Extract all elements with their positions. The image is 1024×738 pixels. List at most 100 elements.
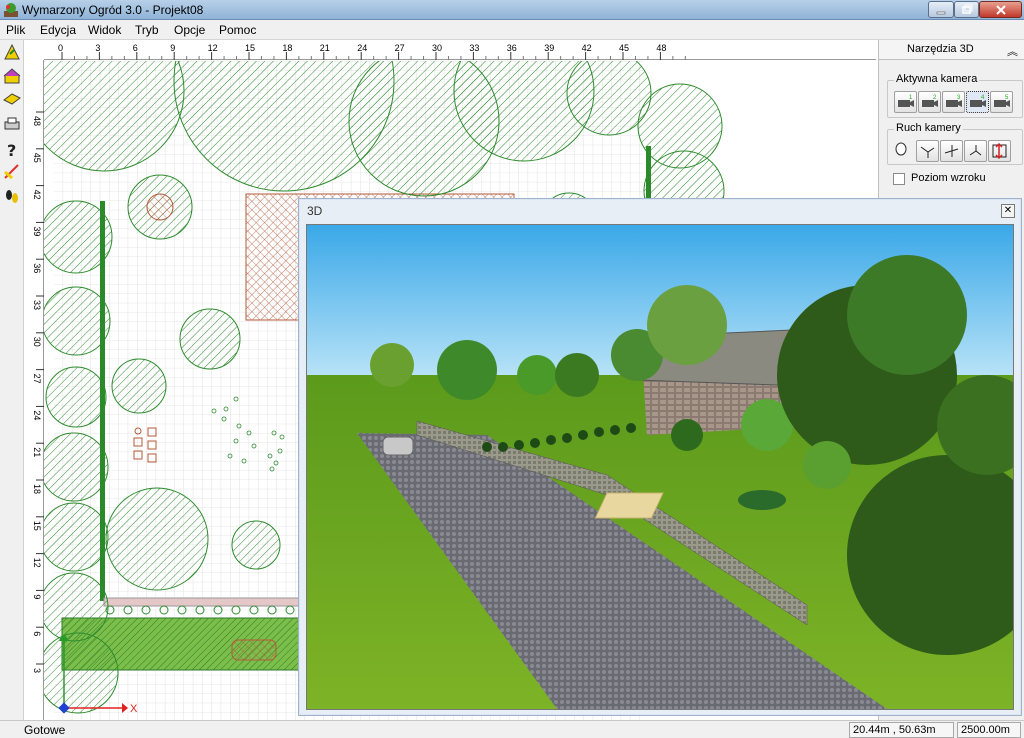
house-tool-icon[interactable]	[2, 66, 22, 86]
camera-icon: 2	[922, 95, 938, 107]
path-stone[interactable]	[231, 639, 277, 661]
ruler-label: 15	[245, 43, 255, 53]
ruler-label: 48	[656, 43, 666, 53]
ruler-horizontal: 0 3 6 9 12 15 18 21 24 27 30 33 36 39 42 45 48	[44, 40, 876, 60]
ruler-label: 21	[320, 43, 330, 53]
ruler-label: 12	[208, 43, 218, 53]
panel-title: Narzędzia 3D	[907, 43, 974, 55]
camera-icon: 4	[970, 95, 986, 107]
camera-1-button[interactable]: 1	[894, 91, 917, 113]
camera-3-button[interactable]: 3	[942, 91, 965, 113]
print-icon[interactable]	[2, 114, 22, 134]
ruler-label: 45	[32, 153, 42, 163]
ruler-label: 33	[32, 300, 42, 310]
ruler-label: 24	[357, 43, 367, 53]
tool-bar: ?	[0, 40, 24, 720]
flower-bed-plants	[738, 490, 786, 510]
fountain[interactable]	[146, 193, 174, 221]
view-3d-viewport[interactable]	[306, 224, 1014, 710]
ruler-horizontal-scale: 0 3 6 9 12 15 18 21 24 27 30 33 36 39 42 45 48	[58, 43, 686, 60]
view-3d-close-button[interactable]: ✕	[1001, 204, 1015, 218]
ruler-label: 30	[32, 337, 42, 347]
ruler-label: 39	[32, 226, 42, 236]
pan-camera-button[interactable]	[940, 140, 963, 162]
ruler-label: 48	[32, 116, 42, 126]
hand-icon[interactable]	[892, 140, 910, 158]
minimize-icon	[936, 11, 946, 15]
menu-widok[interactable]: Widok	[88, 23, 121, 37]
collapse-icon[interactable]: ︽	[1007, 43, 1018, 59]
svg-text:3: 3	[957, 95, 961, 101]
view-3d-window[interactable]: 3D ✕	[298, 198, 1022, 716]
ruler-label: 45	[619, 43, 629, 53]
ruler-label: 36	[507, 43, 517, 53]
tilt-icon	[969, 145, 982, 156]
app-logo-icon	[4, 3, 18, 17]
help-icon[interactable]: ?	[2, 140, 22, 160]
eye-level-checkbox[interactable]	[893, 173, 905, 185]
camera-icon: 5	[994, 95, 1010, 107]
restore-icon	[961, 4, 972, 14]
tilt-camera-button[interactable]	[964, 140, 987, 162]
menu-plik[interactable]: Plik	[6, 23, 25, 37]
active-camera-label: Aktywna kamera	[894, 73, 980, 85]
camera-movement-label: Ruch kamery	[894, 122, 963, 134]
view-3d-title: 3D	[307, 204, 323, 218]
rotate-camera-button[interactable]	[916, 140, 939, 162]
camera-4-button[interactable]: 4	[966, 91, 989, 113]
camera-icon: 3	[946, 95, 962, 107]
rotate-icon	[920, 146, 935, 158]
ruler-label: 12	[32, 558, 42, 568]
ruler-label: 21	[32, 447, 42, 457]
ruler-label: 18	[32, 484, 42, 494]
ruler-label: 15	[32, 521, 42, 531]
svg-text:?: ?	[7, 141, 16, 160]
app-window: Wymarzony Ogród 3.0 - Projekt08 Plik Edy…	[0, 0, 1024, 738]
ruler-label: 30	[432, 43, 442, 53]
window-title: Wymarzony Ogród 3.0 - Projekt08	[22, 3, 204, 17]
ruler-label: 27	[32, 374, 42, 384]
path-tool-icon[interactable]	[2, 88, 22, 108]
ruler-label: 0	[58, 43, 63, 53]
close-button[interactable]	[979, 1, 1022, 18]
panel-header[interactable]: Narzędzia 3D ︽	[879, 40, 1024, 60]
flower-bed	[594, 492, 664, 519]
scene-3d[interactable]	[307, 225, 1013, 709]
camera-movement-group: Ruch kamery	[887, 122, 1023, 165]
svg-text:2: 2	[933, 95, 937, 101]
menu-edycja[interactable]: Edycja	[40, 23, 76, 37]
ruler-label: 18	[282, 43, 292, 53]
y-axis-label: Y	[60, 635, 68, 647]
pan-icon	[944, 145, 959, 157]
menu-tryb[interactable]: Tryb	[135, 23, 159, 37]
ruler-label: 9	[170, 43, 175, 53]
ruler-label: 39	[544, 43, 554, 53]
ruler-vertical: 48 45 42 39 36 33 30 27 24 21 18 15 12 9 6 3	[24, 60, 44, 720]
camera-5-button[interactable]: 5	[990, 91, 1013, 113]
ruler-label: 6	[32, 631, 42, 636]
plant-tool-icon[interactable]	[2, 42, 22, 62]
menu-opcje[interactable]: Opcje	[174, 23, 205, 37]
active-camera-group: Aktywna kamera 1 2 3 4 5	[887, 73, 1023, 118]
status-bar: Gotowe 20.44m , 50.63m 2500.00m	[0, 720, 1024, 738]
menu-pomoc[interactable]: Pomoc	[219, 23, 256, 37]
car	[382, 436, 414, 456]
svg-text:1: 1	[909, 95, 913, 101]
close-icon	[995, 5, 1006, 15]
ruler-label: 33	[469, 43, 479, 53]
ruler-label: 36	[32, 263, 42, 273]
ruler-vertical-scale: 48 45 42 39 36 33 30 27 24 21 18 15 12 9 6 3	[32, 111, 44, 673]
ruler-label: 24	[32, 410, 42, 420]
ruler-label: 3	[32, 668, 42, 673]
scale-value: 2500.00m	[957, 722, 1021, 738]
footprints-icon[interactable]	[2, 186, 22, 206]
restore-button[interactable]	[954, 1, 979, 18]
camera-2-button[interactable]: 2	[918, 91, 941, 113]
zoom-camera-button[interactable]	[988, 140, 1011, 162]
eye-level-label: Poziom wzroku	[911, 172, 986, 184]
minimize-button[interactable]	[928, 1, 954, 18]
ruler-label: 42	[582, 43, 592, 53]
ruler-label: 3	[95, 43, 100, 53]
title-bar: Wymarzony Ogród 3.0 - Projekt08	[0, 0, 1024, 20]
measure-tool-icon[interactable]	[2, 162, 22, 182]
